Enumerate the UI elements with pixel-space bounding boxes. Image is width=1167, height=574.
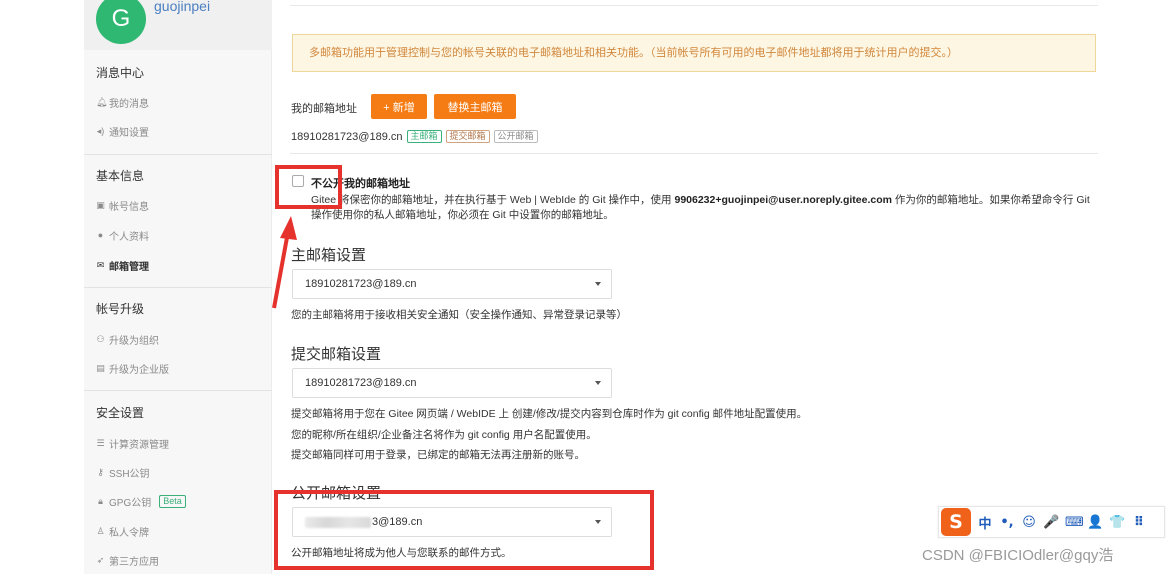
sidebar-item-upgrade-org[interactable]: ⚇ 升级为组织 <box>96 332 159 347</box>
commit-email-select[interactable]: 18910281723@189.cn <box>292 368 612 398</box>
sidebar-item-ssh-keys[interactable]: ⚷ SSH公钥 <box>96 465 150 480</box>
sidebar-item-label: 我的消息 <box>109 98 149 110</box>
sidebar-item-notification-settings[interactable]: ◂) 通知设置 <box>96 124 149 139</box>
building-icon: ▤ <box>96 362 105 373</box>
sidebar-item-upgrade-enterprise[interactable]: ▤ 升级为企业版 <box>96 361 169 376</box>
ime-punctuation-icon[interactable]: •, <box>999 515 1015 530</box>
sidebar-item-label: 个人资料 <box>109 231 149 243</box>
commit-email-help-1: 提交邮箱将用于您在 Gitee 网页端 / WebIDE 上 创建/修改/提交内… <box>291 408 808 420</box>
commit-email-help-3: 提交邮箱同样可用于登录，已绑定的邮箱无法再注册新的账号。 <box>291 449 585 461</box>
sidebar-item-personal-tokens[interactable]: ♙ 私人令牌 <box>96 524 149 539</box>
sidebar-item-label: 通知设置 <box>109 127 149 139</box>
chevron-down-icon <box>595 381 601 385</box>
sogou-logo-icon[interactable]: S <box>941 508 971 536</box>
commit-email-title: 提交邮箱设置 <box>291 346 382 363</box>
select-value: 18910281723@189.cn <box>305 278 417 290</box>
private-email-description: Gitee 将保密你的邮箱地址，并在执行基于 Web | WebIde 的 Gi… <box>311 194 1090 221</box>
sidebar-item-label: SSH公钥 <box>109 468 150 480</box>
ime-keyboard-icon[interactable]: ⌨ <box>1065 515 1084 530</box>
section-title-account-upgrade: 帐号升级 <box>96 302 145 316</box>
sidebar-item-label: 第三方应用 <box>109 556 159 568</box>
select-value: 18910281723@189.cn <box>305 377 417 389</box>
sidebar-item-label: 私人令牌 <box>109 527 149 539</box>
chevron-down-icon <box>595 282 601 286</box>
sidebar-item-account-info[interactable]: ▣ 帐号信息 <box>96 198 149 213</box>
lock-icon: 🔒︎ <box>98 495 103 506</box>
my-email-label: 我的邮箱地址 <box>291 103 357 115</box>
commit-email-help-2: 您的昵称/所在组织/企业备注名将作为 git config 用户名配置使用。 <box>291 429 597 441</box>
sidebar-divider <box>84 154 272 155</box>
primary-tag: 主邮箱 <box>406 130 442 143</box>
sidebar-item-my-messages[interactable]: 🔔︎ 我的消息 <box>96 95 149 110</box>
primary-email-help: 您的主邮箱将用于接收相关安全通知（安全操作通知、异常登录记录等） <box>291 309 627 321</box>
rocket-icon: ➶ <box>96 554 105 565</box>
key-icon: ⚷ <box>97 466 104 477</box>
sidebar-item-compute-resources[interactable]: ☰ 计算资源管理 <box>96 436 169 451</box>
sidebar-item-email-management[interactable]: ✉ 邮箱管理 <box>96 258 149 273</box>
public-tag: 公开邮箱 <box>493 130 538 143</box>
sidebar-item-label: 计算资源管理 <box>109 439 169 451</box>
sidebar-item-profile[interactable]: ● 个人资料 <box>96 228 149 243</box>
settings-sidebar: G guojinpei 消息中心 🔔︎ 我的消息 ◂) 通知设置 基本信息 ▣ … <box>84 0 272 574</box>
email-address: 18910281723@189.cn <box>291 130 403 143</box>
ime-skin-icon[interactable]: 👕 <box>1109 515 1125 530</box>
commit-tag: 提交邮箱 <box>445 130 490 143</box>
sidebar-item-third-party-apps[interactable]: ➶ 第三方应用 <box>96 553 159 568</box>
volume-icon: ◂) <box>96 125 105 136</box>
email-entry: 18910281723@189.cn 主邮箱 提交邮箱 公开邮箱 <box>291 130 538 143</box>
envelope-icon: ✉ <box>96 259 105 270</box>
username-link[interactable]: guojinpei <box>154 0 210 14</box>
section-title-basic-info: 基本信息 <box>96 169 145 183</box>
sidebar-item-label: 升级为组织 <box>109 335 159 347</box>
ime-chinese-mode[interactable]: 中 <box>977 513 993 532</box>
user-icon: ● <box>97 230 104 240</box>
ime-microphone-icon[interactable]: 🎤 <box>1043 515 1059 530</box>
section-title-message-center: 消息中心 <box>96 66 145 80</box>
group-icon: ⚇ <box>96 333 105 344</box>
sidebar-item-label: 帐号信息 <box>109 201 149 213</box>
noreply-email: 9906232+guojinpei@user.noreply.gitee.com <box>674 194 892 206</box>
annotation-box-checkbox <box>275 165 342 209</box>
ime-user-icon[interactable]: 👤 <box>1087 515 1103 530</box>
email-settings-panel: 多邮箱功能用于管理控制与您的帐号关联的电子邮箱地址和相关功能。（当前帐号所有可用… <box>272 0 1167 574</box>
primary-email-select[interactable]: 18910281723@189.cn <box>292 269 612 299</box>
section-divider <box>290 153 1098 154</box>
avatar[interactable]: G <box>96 0 146 44</box>
sidebar-item-label: 升级为企业版 <box>109 364 169 376</box>
ime-emoji-icon[interactable]: ☺ <box>1021 515 1037 530</box>
ime-toolbox-icon[interactable]: ⠿ <box>1131 515 1147 530</box>
sidebar-item-label: GPG公钥 <box>109 497 152 509</box>
sidebar-item-gpg-keys[interactable]: 🔒︎ GPG公钥 Beta <box>96 494 186 509</box>
server-icon: ☰ <box>96 437 105 448</box>
ime-toolbar: S 中 •, ☺ 🎤 ⌨ 👤 👕 ⠿ <box>938 506 1165 538</box>
top-divider <box>290 5 1098 6</box>
beta-badge: Beta <box>159 494 186 508</box>
info-notice: 多邮箱功能用于管理控制与您的帐号关联的电子邮箱地址和相关功能。（当前帐号所有可用… <box>292 34 1096 72</box>
profile-header: G guojinpei <box>84 0 272 50</box>
sidebar-divider <box>84 287 272 288</box>
id-card-icon: ▣ <box>96 199 105 210</box>
sidebar-divider <box>84 390 272 391</box>
add-email-button[interactable]: + 新增 <box>371 94 427 119</box>
watermark: CSDN @FBICIOdler@gqy浩 <box>922 547 1114 564</box>
bell-icon: 🔔︎ <box>96 96 108 107</box>
section-title-security: 安全设置 <box>96 406 145 420</box>
annotation-box-public-email <box>274 490 654 570</box>
annotation-arrow-icon <box>272 216 297 309</box>
token-icon: ♙ <box>96 525 105 536</box>
replace-primary-email-button[interactable]: 替换主邮箱 <box>434 94 516 119</box>
sidebar-item-label: 邮箱管理 <box>109 261 149 273</box>
